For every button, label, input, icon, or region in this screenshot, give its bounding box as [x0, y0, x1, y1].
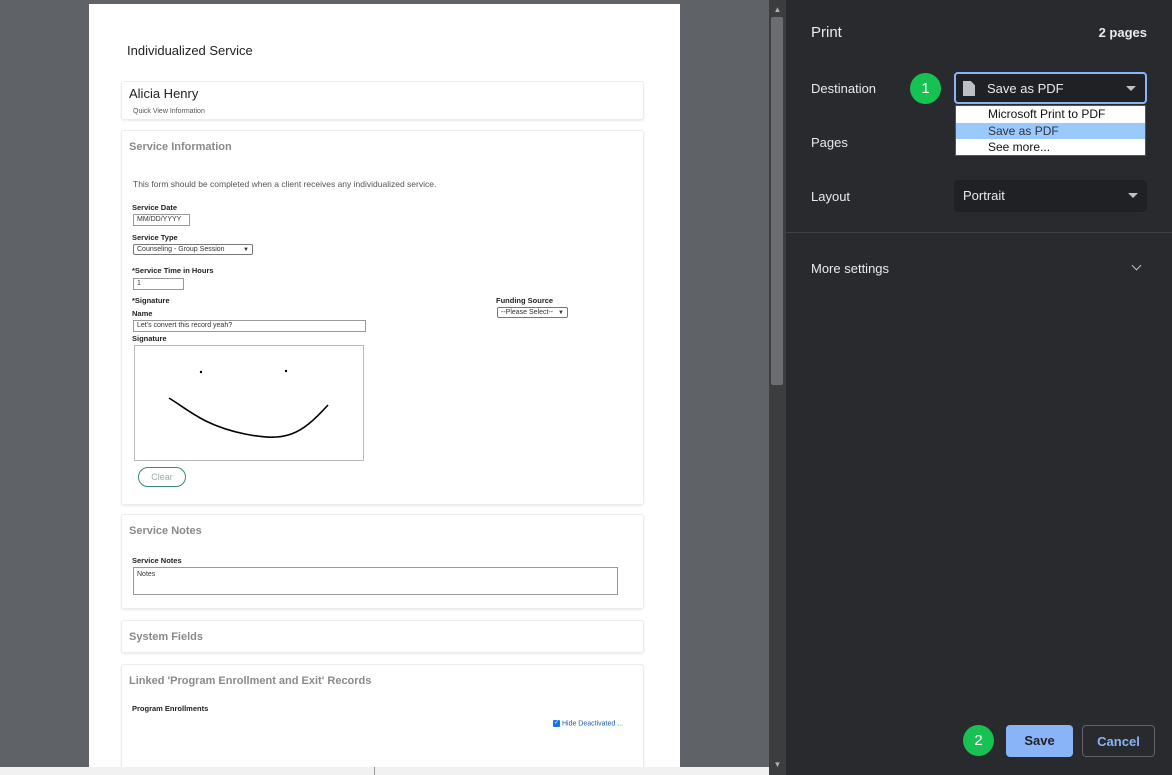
hide-deactivated-label: Hide Deactivated ... — [561, 720, 624, 728]
service-information-heading: Service Information — [129, 141, 232, 153]
print-title: Print — [811, 24, 842, 41]
pages-label: Pages — [811, 135, 848, 150]
service-time-input[interactable]: 1 — [133, 278, 184, 290]
layout-select[interactable]: Portrait — [954, 180, 1147, 212]
document-title: Individualized Service — [127, 43, 253, 58]
funding-source-select[interactable]: --Please Select-- ▼ — [497, 307, 568, 318]
dropdown-arrow-icon — [1126, 86, 1136, 91]
service-type-label: Service Type — [132, 233, 178, 242]
layout-label: Layout — [811, 189, 851, 204]
print-settings-panel: Print 2 pages Destination 1 Save as PDF … — [786, 0, 1172, 775]
scroll-down-icon[interactable]: ▼ — [769, 758, 786, 772]
program-enrollments-label: Program Enrollments — [132, 704, 209, 713]
system-fields-card[interactable]: System Fields — [121, 620, 644, 653]
client-name: Alicia Henry — [129, 86, 199, 101]
more-settings-toggle[interactable]: More settings — [811, 261, 889, 276]
clear-signature-button[interactable]: Clear — [138, 467, 186, 487]
signature-drawing — [168, 369, 329, 438]
destination-option-see-more[interactable]: See more... — [956, 139, 1145, 155]
signer-name-label: Name — [132, 309, 153, 318]
funding-source-value: --Please Select-- — [501, 309, 554, 316]
panel-divider — [786, 232, 1172, 233]
destination-select[interactable]: Save as PDF — [954, 72, 1147, 104]
service-type-value: Counseling - Group Session — [137, 246, 225, 253]
signature-pad-label: Signature — [132, 334, 167, 343]
client-card: Alicia Henry Quick View Information — [121, 81, 644, 120]
document-icon — [963, 81, 975, 96]
chevron-down-icon: ▼ — [243, 247, 249, 253]
service-notes-label: Service Notes — [132, 556, 182, 565]
preview-page: Individualized Service Alicia Henry Quic… — [89, 4, 680, 767]
service-notes-card: Service Notes Service Notes Notes — [121, 514, 644, 609]
service-notes-textarea[interactable]: Notes — [133, 567, 618, 595]
service-notes-heading: Service Notes — [129, 525, 202, 537]
cancel-button[interactable]: Cancel — [1082, 725, 1155, 757]
service-type-select[interactable]: Counseling - Group Session ▼ — [133, 244, 253, 255]
funding-source-label: Funding Source — [496, 296, 554, 305]
destination-value: Save as PDF — [987, 81, 1064, 96]
preview-scrollbar[interactable]: ▲ ▼ — [769, 0, 786, 775]
checkbox-checked-icon[interactable]: ✓ — [553, 720, 560, 727]
service-date-input[interactable]: MM/DD/YYYY — [133, 214, 190, 226]
layout-value: Portrait — [963, 188, 1005, 203]
destination-dropdown-list: Microsoft Print to PDF Save as PDF See m… — [955, 105, 1146, 156]
linked-records-card: Linked 'Program Enrollment and Exit' Rec… — [121, 664, 644, 767]
system-fields-heading: System Fields — [129, 631, 203, 643]
service-information-card: Service Information This form should be … — [121, 130, 644, 505]
save-button[interactable]: Save — [1006, 725, 1073, 757]
linked-records-heading: Linked 'Program Enrollment and Exit' Rec… — [129, 675, 372, 687]
scrollbar-thumb[interactable] — [771, 17, 783, 385]
signer-name-input[interactable]: Let's convert this record yeah? — [133, 320, 366, 332]
page-count: 2 pages — [1098, 25, 1147, 40]
client-subtitle: Quick View Information — [133, 108, 205, 115]
signature-section-label: *Signature — [132, 296, 170, 305]
dropdown-arrow-icon — [1128, 193, 1138, 198]
hide-deactivated-toggle[interactable]: ✓ Hide Deactivated ... — [553, 720, 623, 727]
service-time-label: *Service Time in Hours — [132, 266, 214, 275]
step-badge-1: 1 — [910, 73, 941, 104]
step-badge-2: 2 — [963, 725, 994, 756]
chevron-down-icon: ▼ — [558, 310, 564, 316]
service-intro-text: This form should be completed when a cli… — [133, 179, 437, 189]
destination-label: Destination — [811, 81, 877, 96]
destination-option-microsoft-print[interactable]: Microsoft Print to PDF — [956, 106, 1145, 122]
destination-option-save-as-pdf[interactable]: Save as PDF — [956, 123, 1145, 139]
scroll-up-icon[interactable]: ▲ — [769, 3, 786, 17]
signature-pad[interactable] — [134, 345, 364, 461]
horizontal-scroll-strip — [0, 767, 769, 775]
print-preview-area: Individualized Service Alicia Henry Quic… — [0, 0, 769, 775]
chevron-down-icon[interactable] — [1131, 260, 1142, 271]
service-date-label: Service Date — [132, 203, 178, 212]
